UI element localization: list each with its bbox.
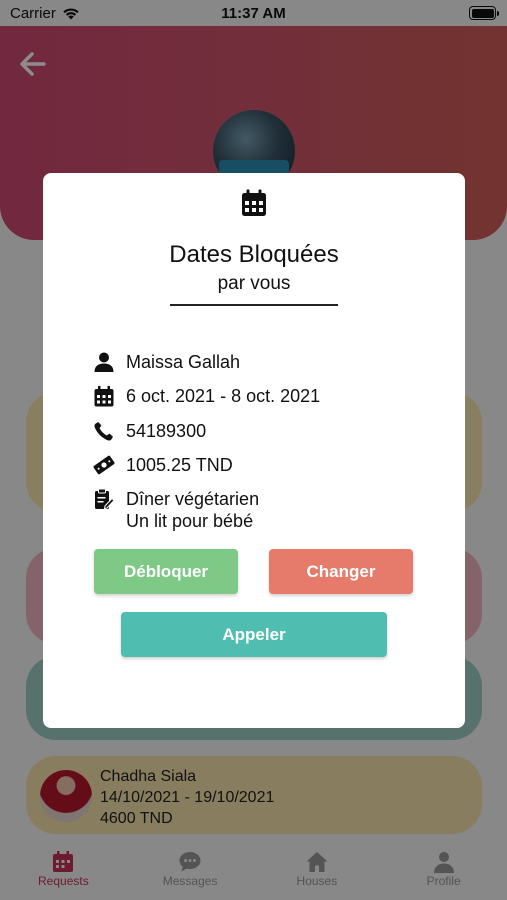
note-item: Dîner végétarien (126, 489, 260, 509)
price-row: 1005.25 TND (93, 454, 233, 476)
clipboard-edit-icon (93, 488, 115, 510)
person-icon (93, 351, 115, 373)
phone-icon (93, 420, 115, 442)
guest-name: Maissa Gallah (126, 352, 241, 372)
guest-row: Maissa Gallah (93, 351, 240, 373)
calendar-icon (93, 385, 115, 407)
booking-price: 1005.25 TND (126, 455, 233, 475)
phone-row: 54189300 (93, 420, 206, 442)
title-divider (170, 304, 338, 306)
blocked-dates-modal: Dates Bloquées par vous Maissa Gallah 6 … (43, 173, 465, 728)
money-icon (93, 454, 115, 476)
notes-row: Dîner végétarien Un lit pour bébé (93, 488, 259, 532)
call-button[interactable]: Appeler (121, 612, 387, 657)
calendar-icon (43, 189, 465, 217)
phone-number: 54189300 (126, 421, 207, 441)
blocked-dates: 6 oct. 2021 - 8 oct. 2021 (126, 386, 321, 406)
change-button[interactable]: Changer (269, 549, 413, 594)
modal-title: Dates Bloquées (169, 241, 339, 268)
dates-row: 6 oct. 2021 - 8 oct. 2021 (93, 385, 320, 407)
unblock-button[interactable]: Débloquer (94, 549, 238, 594)
modal-subtitle: par vous (217, 273, 291, 294)
note-item: Un lit pour bébé (126, 511, 254, 531)
special-requests: Dîner végétarien Un lit pour bébé (126, 488, 259, 532)
